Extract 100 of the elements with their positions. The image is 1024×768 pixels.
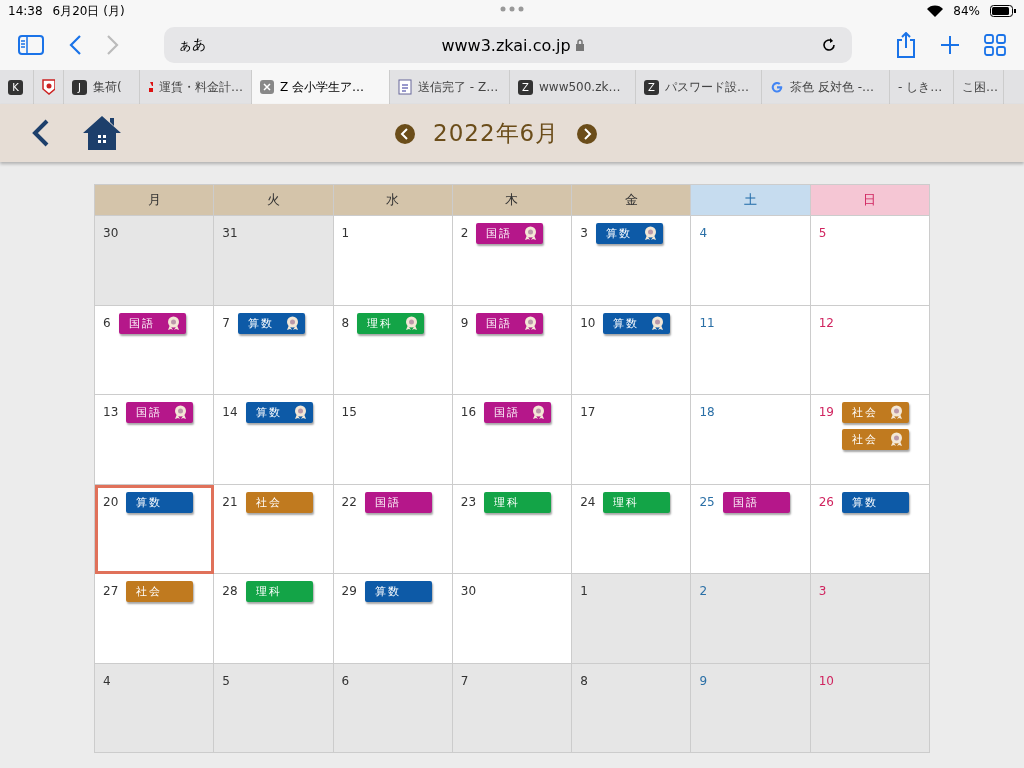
day-cell[interactable]: 31 [214,216,334,306]
day-cell[interactable]: 12 [810,305,930,395]
day-cell[interactable]: 24 理科 [572,484,692,574]
subject-tag[interactable]: 国語 [476,312,544,334]
day-cell[interactable]: 29 算数 [333,574,453,664]
day-cell[interactable]: 21 社会 [214,484,334,574]
day-cell[interactable]: 26 算数 [810,484,930,574]
home-icon[interactable] [82,115,122,151]
tabs-grid-icon[interactable] [984,34,1006,56]
subject-tag[interactable]: 国語 [476,223,544,244]
more-icon[interactable] [500,6,524,12]
day-cell[interactable]: 20 算数 [95,484,215,574]
day-number: 10 [580,315,596,330]
share-icon[interactable] [896,32,916,58]
tab-title: こ困… [962,78,998,96]
medal-icon [174,405,188,420]
next-month-icon[interactable] [577,123,598,144]
day-cell[interactable]: 11 [691,305,811,395]
back-icon[interactable] [68,34,82,56]
day-number: 5 [818,226,827,240]
day-number: 28 [222,584,238,598]
day-number: 30 [460,584,477,598]
subject-tag[interactable]: 国語 [126,402,194,423]
day-cell[interactable]: 14 算数 [214,395,334,485]
subject-tag[interactable]: 算数 [364,581,432,602]
day-number: 12 [818,315,834,330]
close-icon[interactable] [260,80,274,94]
medal-icon [532,405,546,420]
day-cell[interactable]: 23 理科 [452,484,573,574]
medal-icon [651,315,665,331]
day-number: 5 [222,673,230,688]
subject-tag[interactable]: 算数 [245,402,313,423]
day-cell[interactable]: 1 [333,216,453,306]
browser-tab[interactable]: Z 会小学生ア… [252,70,390,104]
medal-icon [405,315,419,331]
subject-tag[interactable]: 算数 [237,312,305,334]
day-cell[interactable]: 30 [452,574,573,664]
day-cell[interactable]: 22 国語 [333,484,453,574]
day-cell[interactable]: 16 国語 [452,395,573,485]
day-cell[interactable]: 2 国語 [452,216,573,306]
weekday-header: 月 [95,185,215,216]
reload-icon[interactable] [820,36,838,54]
site-icon: Z [644,79,659,95]
medal-icon [293,405,307,420]
text-size-button[interactable]: ぁあ [178,36,206,54]
medal-icon [166,315,180,331]
day-cell[interactable]: 28 理科 [214,574,334,664]
day-cell[interactable]: 7 算数 [214,305,334,395]
day-cell[interactable]: 27 社会 [95,574,215,664]
day-number: 21 [222,494,238,509]
day-cell[interactable]: 15 [333,395,453,485]
day-cell[interactable]: 8 [572,663,692,753]
day-cell[interactable]: 2 [691,574,811,664]
address-bar[interactable]: ぁあ www3.zkai.co.jp [164,27,852,63]
medal-icon [890,432,903,447]
weekday-header: 金 [572,185,692,216]
day-cell[interactable]: 4 [95,663,215,753]
subject-tag[interactable]: 国語 [364,491,432,513]
back-icon[interactable] [30,118,50,148]
day-number: 8 [580,673,588,688]
medal-icon [524,315,538,331]
day-number: 10 [818,673,834,688]
day-cell[interactable]: 8 理科 [333,305,453,395]
subject-tag[interactable]: 算数 [126,491,194,513]
subject-tag[interactable]: 国語 [722,491,790,513]
subject-tag[interactable]: 国語 [484,402,552,423]
day-cell[interactable]: 25 国語 [691,484,811,574]
day-cell[interactable]: 9 国語 [452,305,573,395]
plus-icon[interactable] [940,35,960,55]
day-cell[interactable]: 18 [691,395,811,485]
day-cell[interactable]: 1 [572,574,692,664]
day-cell[interactable]: 3 算数 [572,216,692,306]
day-cell[interactable]: 3 [810,574,930,664]
sidebar-icon[interactable] [18,35,44,55]
day-number: 2 [699,584,708,598]
previous-month-icon[interactable] [395,123,415,144]
day-number: 1 [580,584,588,598]
day-cell[interactable]: 4 [691,216,811,306]
day-cell[interactable]: 10 [810,663,930,753]
day-number: 19 [818,405,834,419]
tab-title: 茶色 反対色 -… [790,78,874,96]
site-icon: Z [518,79,533,95]
day-cell[interactable]: 5 [810,216,930,306]
month-title: 2022年6月 [433,119,560,148]
weekday-header: 土 [691,185,811,216]
day-cell[interactable]: 6 [333,663,453,753]
subject-tag[interactable]: 国語 [118,312,186,334]
battery-level: 84% [953,4,980,18]
day-cell[interactable]: 6 国語 [95,305,215,395]
subject-tag[interactable]: 算数 [603,312,671,334]
day-cell[interactable]: 5 [214,663,334,753]
day-cell[interactable]: 10 算数 [572,305,692,395]
subject-tag[interactable]: 算数 [595,223,663,244]
subject-tag[interactable]: 算数 [842,491,909,513]
day-cell[interactable]: 17 [572,395,692,485]
day-cell[interactable]: 9 [691,663,811,753]
day-cell[interactable]: 30 [95,216,215,306]
day-cell[interactable]: 13 国語 [95,395,215,485]
day-cell[interactable]: 7 [452,663,573,753]
tab-title: 集荷( [93,78,122,96]
